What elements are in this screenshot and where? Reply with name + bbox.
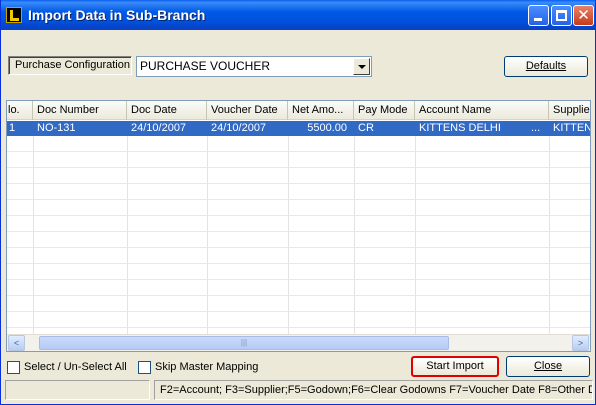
grid-row-line bbox=[7, 151, 590, 152]
cell-pay-mode: CR bbox=[358, 122, 374, 134]
grip-icon: ||| bbox=[240, 338, 248, 347]
grid-column-line bbox=[288, 136, 289, 335]
app-icon bbox=[6, 7, 22, 23]
skip-master-mapping-label: Skip Master Mapping bbox=[155, 361, 259, 373]
close-button-label: Close bbox=[533, 360, 563, 372]
maximize-icon bbox=[556, 10, 567, 21]
checkbox-icon[interactable] bbox=[7, 361, 20, 374]
cell-supplier: KITTEN bbox=[553, 122, 590, 134]
minimize-icon bbox=[534, 18, 542, 21]
cell-net-amount: 5500.00 bbox=[307, 122, 347, 134]
cell-ellipsis[interactable]: ... bbox=[527, 121, 547, 136]
close-icon: ✕ bbox=[577, 7, 590, 24]
column-header-pay-mode[interactable]: Pay Mode bbox=[354, 101, 415, 120]
purchase-configuration-value: PURCHASE VOUCHER bbox=[140, 59, 271, 73]
cell-no: 1 bbox=[9, 122, 16, 134]
chevron-left-icon: < bbox=[13, 338, 20, 348]
column-header-net-amount[interactable]: Net Amo... bbox=[288, 101, 354, 120]
grid-header: lo. Doc Number Doc Date Voucher Date Net… bbox=[7, 101, 590, 120]
grid-column-line bbox=[207, 136, 208, 335]
defaults-button[interactable]: Defaults bbox=[504, 56, 588, 77]
column-header-no[interactable]: lo. bbox=[7, 101, 33, 120]
purchase-configuration-label: Purchase Configuration bbox=[8, 56, 132, 75]
minimize-button[interactable] bbox=[528, 5, 549, 26]
grid-column-line bbox=[415, 136, 416, 335]
grid-column-line bbox=[354, 136, 355, 335]
grid-row-line bbox=[7, 295, 590, 296]
horizontal-scrollbar[interactable]: < ||| > bbox=[7, 334, 590, 351]
start-import-button[interactable]: Start Import bbox=[411, 356, 499, 377]
cell-doc-number: NO-131 bbox=[37, 122, 76, 134]
cell-voucher-date: 24/10/2007 bbox=[211, 122, 267, 134]
checkbox-icon[interactable] bbox=[138, 361, 151, 374]
grid-row-line bbox=[7, 263, 590, 264]
grid-row-line bbox=[7, 215, 590, 216]
grid-row-line bbox=[7, 279, 590, 280]
table-row[interactable]: 1 NO-131 24/10/2007 24/10/2007 5500.00 C… bbox=[7, 121, 590, 136]
scroll-left-button[interactable]: < bbox=[8, 335, 25, 351]
grid-column-line bbox=[127, 136, 128, 335]
grid-column-line bbox=[549, 136, 550, 335]
purchase-configuration-select[interactable]: PURCHASE VOUCHER bbox=[136, 56, 372, 77]
column-header-doc-date[interactable]: Doc Date bbox=[127, 101, 207, 120]
close-button[interactable]: Close bbox=[506, 356, 590, 377]
shortcut-hints: F2=Account; F3=Supplier;F5=Godown;F6=Cle… bbox=[154, 380, 593, 400]
title-bar[interactable]: Import Data in Sub-Branch ✕ bbox=[1, 0, 595, 30]
cell-account-name: KITTENS DELHI bbox=[419, 122, 501, 134]
window-title: Import Data in Sub-Branch bbox=[28, 7, 206, 23]
voucher-grid[interactable]: lo. Doc Number Doc Date Voucher Date Net… bbox=[6, 100, 591, 352]
grid-row-line bbox=[7, 167, 590, 168]
chevron-right-icon: > bbox=[577, 338, 584, 348]
defaults-button-label: Defaults bbox=[525, 60, 567, 72]
cell-doc-date: 24/10/2007 bbox=[131, 122, 187, 134]
column-header-account-name[interactable]: Account Name bbox=[415, 101, 549, 120]
close-window-button[interactable]: ✕ bbox=[573, 5, 594, 26]
start-import-label: Start Import bbox=[426, 360, 484, 372]
column-header-doc-number[interactable]: Doc Number bbox=[33, 101, 127, 120]
grid-row-line bbox=[7, 231, 590, 232]
import-window: Import Data in Sub-Branch ✕ Purchase Con… bbox=[0, 0, 596, 405]
select-all-label: Select / Un-Select All bbox=[24, 361, 127, 373]
scroll-right-button[interactable]: > bbox=[572, 335, 589, 351]
grid-row-line bbox=[7, 327, 590, 328]
grid-row-line bbox=[7, 183, 590, 184]
column-header-supplier[interactable]: Supplier bbox=[549, 101, 590, 120]
maximize-button[interactable] bbox=[551, 5, 572, 26]
scroll-thumb[interactable]: ||| bbox=[39, 336, 449, 350]
grid-row-line bbox=[7, 311, 590, 312]
grid-column-line bbox=[33, 136, 34, 335]
grid-row-line bbox=[7, 199, 590, 200]
grid-row-line bbox=[7, 247, 590, 248]
chevron-down-icon[interactable] bbox=[353, 58, 370, 75]
status-panel-left bbox=[5, 380, 150, 400]
column-header-voucher-date[interactable]: Voucher Date bbox=[207, 101, 288, 120]
